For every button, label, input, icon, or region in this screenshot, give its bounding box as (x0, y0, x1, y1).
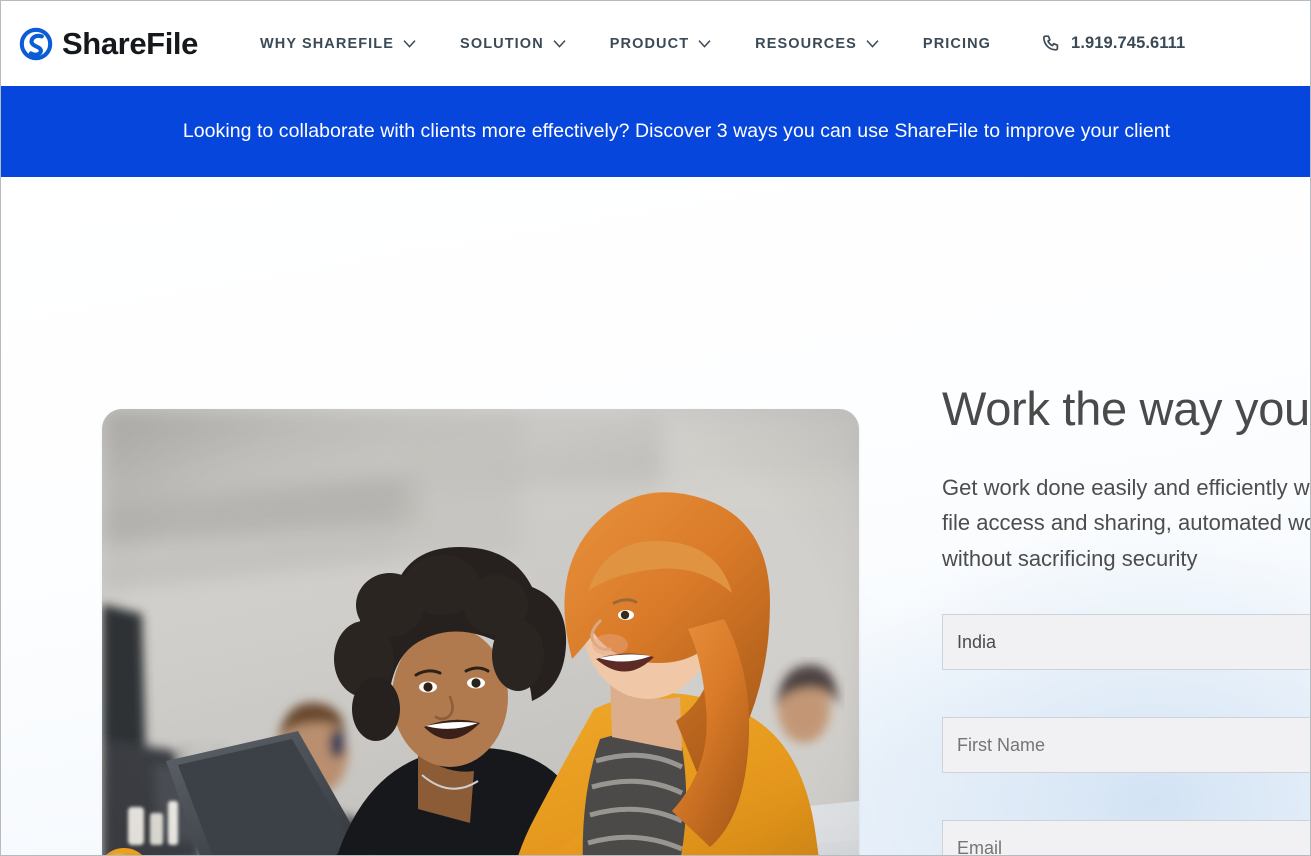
nav-item-resources[interactable]: RESOURCES (733, 36, 901, 52)
browser-viewport: ShareFile WHY SHAREFILE SOLUTION PRODUCT (0, 0, 1311, 856)
nav-label: RESOURCES (755, 35, 857, 52)
chevron-down-icon (403, 40, 416, 48)
chevron-down-icon (553, 40, 566, 48)
chevron-down-icon (698, 40, 711, 48)
hero-section: Work the way you Get work done easily an… (1, 177, 1310, 855)
free-trial-form: India By submitting this form you agree … (942, 614, 1310, 855)
country-select[interactable]: India (942, 614, 1310, 671)
nav-label: WHY SHAREFILE (259, 35, 395, 52)
nav-item-why-sharefile[interactable]: WHY SHAREFILE (238, 36, 438, 52)
hero-photo-illustration (102, 409, 859, 855)
chevron-down-icon (866, 40, 879, 48)
nav-label: PRICING (922, 35, 992, 52)
header-phone-link[interactable]: 1.919.745.6111 (1013, 34, 1203, 53)
nav-item-product[interactable]: PRODUCT (588, 36, 733, 52)
phone-number-text: 1.919.745.6111 (1071, 34, 1186, 52)
page-title: Work the way you (942, 382, 1310, 435)
site-header: ShareFile WHY SHAREFILE SOLUTION PRODUCT (1, 1, 1310, 86)
nav-item-pricing[interactable]: PRICING (901, 36, 1013, 52)
email-input[interactable] (942, 820, 1310, 855)
hero-subtitle: Get work done easily and efficiently wit… (942, 474, 1310, 571)
nav-item-solution[interactable]: SOLUTION (438, 36, 588, 52)
sharefile-s-logo-icon (19, 27, 53, 60)
nav-label: PRODUCT (609, 35, 690, 52)
hero-photo (102, 409, 859, 855)
hero-copy-column: Work the way you Get work done easily an… (942, 382, 1310, 855)
announcement-text: Looking to collaborate with clients more… (182, 120, 1171, 142)
sharefile-logo[interactable]: ShareFile (19, 27, 198, 61)
nav-label: SOLUTION (460, 35, 544, 52)
first-name-input[interactable] (942, 717, 1310, 774)
sharefile-logo-text: ShareFile (62, 26, 198, 61)
main-navigation: WHY SHAREFILE SOLUTION PRODUCT RESOURCES (238, 34, 1203, 53)
announcement-banner[interactable]: Looking to collaborate with clients more… (1, 86, 1310, 177)
phone-icon (1042, 35, 1059, 51)
